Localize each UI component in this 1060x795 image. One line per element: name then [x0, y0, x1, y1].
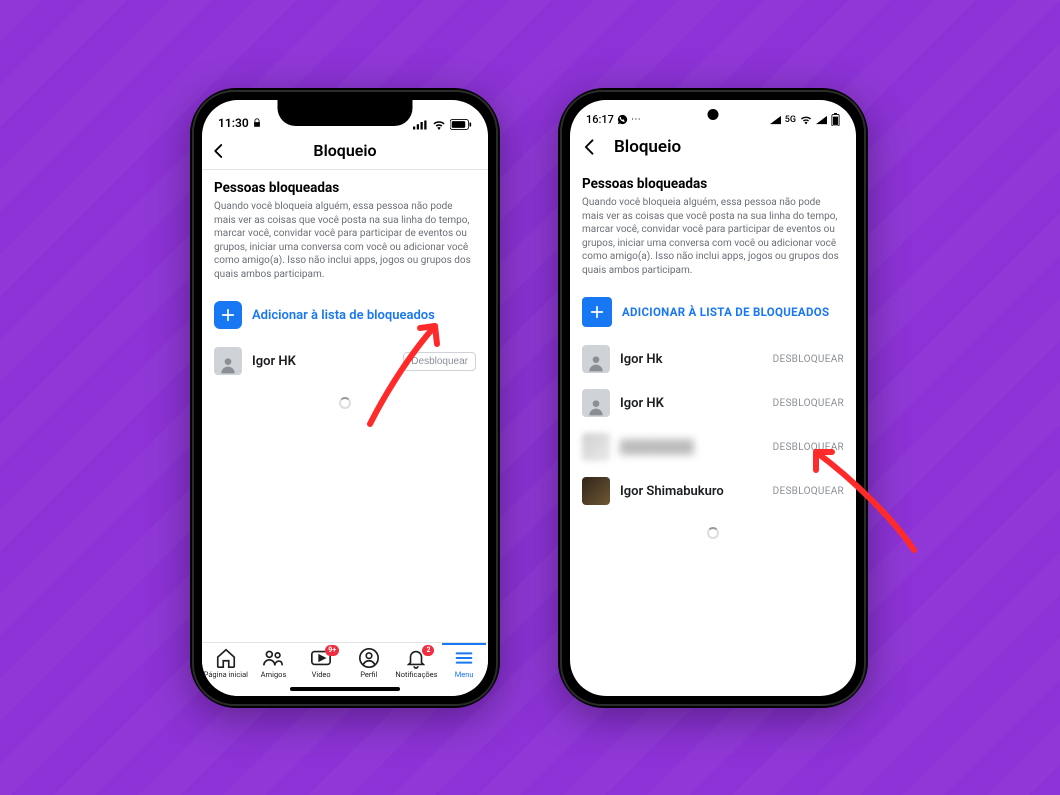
more-icon: ⋯: [631, 114, 641, 125]
avatar-placeholder: [214, 347, 242, 375]
content-area[interactable]: Pessoas bloqueadas Quando você bloqueia …: [202, 170, 488, 642]
blocked-row: Igor HK Desbloquear: [214, 339, 476, 383]
avatar-photo: [582, 477, 610, 505]
unblock-button[interactable]: DESBLOQUEAR: [773, 438, 844, 457]
badge-notifications: 2: [422, 645, 434, 656]
blocked-row: ████████ DESBLOQUEAR: [582, 425, 844, 469]
back-button[interactable]: [210, 142, 228, 160]
blocked-user-name: Igor HK: [252, 354, 393, 369]
avatar-blurred: [582, 433, 610, 461]
avatar-placeholder: [582, 345, 610, 373]
back-button[interactable]: [580, 137, 600, 157]
page-title: Bloqueio: [313, 141, 376, 160]
page-header: Bloqueio: [202, 132, 488, 170]
status-time: 11:30: [218, 116, 249, 130]
blocked-user-name: Igor Shimabukuro: [620, 484, 763, 499]
section-title: Pessoas bloqueadas: [582, 176, 844, 192]
wifi-icon: [432, 120, 446, 130]
badge-video: 9+: [325, 645, 339, 656]
signal-icon-2: [816, 115, 827, 125]
add-to-blocked-button[interactable]: Adicionar à lista de bloqueados: [214, 293, 476, 339]
plus-icon: [582, 297, 612, 327]
blocked-user-name: Igor HK: [620, 396, 763, 411]
tab-video[interactable]: 9+ Video: [299, 647, 343, 679]
page-title: Bloqueio: [614, 137, 681, 157]
loading-spinner: [707, 527, 719, 539]
add-to-blocked-button[interactable]: ADICIONAR À LISTA DE BLOQUEADOS: [582, 289, 844, 337]
section-title: Pessoas bloqueadas: [214, 180, 476, 196]
tab-home[interactable]: Página inicial: [204, 647, 248, 679]
iphone-notch: [278, 100, 413, 126]
blocked-user-name: Igor Hk: [620, 352, 763, 367]
friends-icon: [262, 647, 284, 669]
menu-icon: [453, 647, 475, 669]
signal-icon: [770, 115, 781, 125]
tab-menu[interactable]: Menu: [442, 643, 486, 679]
unblock-button[interactable]: DESBLOQUEAR: [773, 394, 844, 413]
plus-icon: [214, 301, 242, 329]
content-area[interactable]: Pessoas bloqueadas Quando você bloqueia …: [570, 166, 856, 696]
iphone-frame: 11:30 Bloqueio: [190, 88, 500, 708]
home-icon: [215, 647, 237, 669]
section-description: Quando você bloqueia alguém, essa pessoa…: [214, 200, 476, 281]
wifi-icon: [800, 115, 812, 125]
whatsapp-icon: [617, 114, 628, 125]
page-header: Bloqueio: [570, 128, 856, 166]
blocked-row: Igor Shimabukuro DESBLOQUEAR: [582, 469, 844, 513]
section-description: Quando você bloqueia alguém, essa pessoa…: [582, 196, 844, 277]
iphone-screen: 11:30 Bloqueio: [202, 100, 488, 696]
background-pattern: [0, 0, 1060, 795]
status-time: 16:17: [586, 113, 614, 126]
signal-icon: [413, 120, 428, 130]
android-screen: 16:17 ⋯ 5G: [570, 100, 856, 696]
tab-friends[interactable]: Amigos: [251, 647, 295, 679]
battery-icon: [450, 119, 472, 130]
loading-spinner: [339, 397, 351, 409]
punch-hole-camera: [708, 109, 719, 120]
unblock-button[interactable]: Desbloquear: [403, 352, 476, 371]
blocked-row: Igor HK DESBLOQUEAR: [582, 381, 844, 425]
network-label: 5G: [785, 115, 796, 125]
tab-notifications[interactable]: 2 Notificações: [394, 647, 438, 679]
android-frame: 16:17 ⋯ 5G: [558, 88, 868, 708]
battery-icon: [831, 113, 840, 126]
unblock-button[interactable]: DESBLOQUEAR: [773, 350, 844, 369]
lock-icon: [252, 118, 262, 128]
avatar-placeholder: [582, 389, 610, 417]
home-indicator[interactable]: [290, 687, 400, 691]
blocked-user-name: ████████: [620, 439, 763, 455]
unblock-button[interactable]: DESBLOQUEAR: [773, 482, 844, 501]
tab-profile[interactable]: Perfil: [347, 647, 391, 679]
add-to-blocked-label: Adicionar à lista de bloqueados: [252, 308, 435, 323]
blocked-row: Igor Hk DESBLOQUEAR: [582, 337, 844, 381]
profile-icon: [358, 647, 380, 669]
add-to-blocked-label: ADICIONAR À LISTA DE BLOQUEADOS: [622, 305, 829, 319]
